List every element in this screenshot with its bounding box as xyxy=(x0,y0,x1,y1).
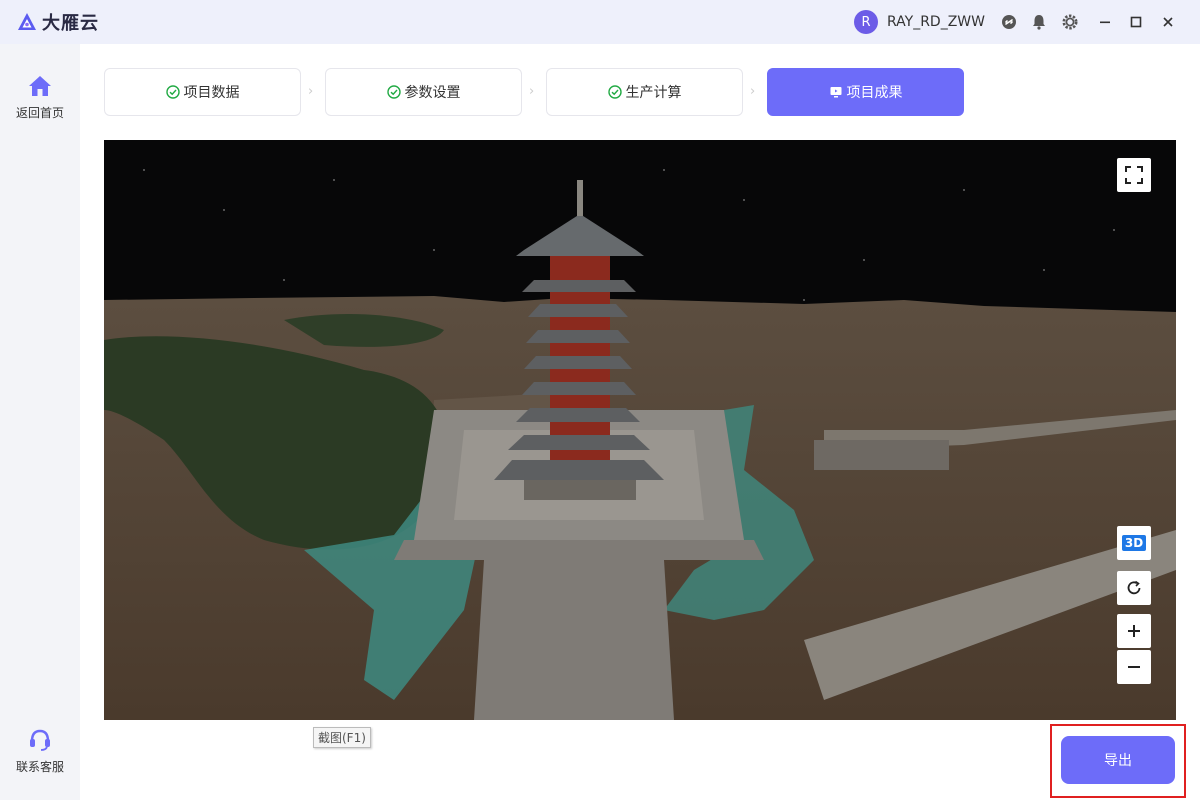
step-label: 生产计算 xyxy=(625,85,682,101)
monitor-icon xyxy=(830,87,841,98)
zoom-in-icon xyxy=(1128,625,1140,637)
zoom-in-button[interactable] xyxy=(1117,614,1151,648)
step-project-data[interactable]: 项目数据 xyxy=(104,68,301,116)
avatar: R xyxy=(854,10,878,34)
step-parameters[interactable]: 参数设置 xyxy=(325,68,522,116)
user-menu[interactable]: R RAY_RD_ZWW xyxy=(854,10,985,34)
sidebar-item-home[interactable]: 返回首页 xyxy=(0,74,80,121)
fullscreen-button[interactable] xyxy=(1117,158,1151,192)
screenshot-tooltip: 截图(F1) xyxy=(313,727,371,748)
check-circle-icon xyxy=(165,85,180,99)
home-icon xyxy=(29,76,51,96)
rotate-button[interactable] xyxy=(1117,571,1151,605)
3d-toggle-button[interactable]: 3D xyxy=(1117,526,1151,560)
sidebar-item-label: 联系客服 xyxy=(15,760,64,774)
zoom-out-button[interactable] xyxy=(1117,650,1151,684)
username: RAY_RD_ZWW xyxy=(887,14,985,30)
app-name: 大雁云 xyxy=(42,13,99,34)
bell-icon[interactable] xyxy=(1030,13,1048,31)
chevron-right-icon: › xyxy=(750,84,756,99)
title-bar: 大雁云 R RAY_RD_ZWW xyxy=(0,0,1200,44)
chevron-right-icon: › xyxy=(308,84,314,99)
rotate-icon xyxy=(1127,580,1141,595)
step-label: 参数设置 xyxy=(404,85,461,101)
zoom-out-icon xyxy=(1128,666,1140,668)
step-computation[interactable]: 生产计算 xyxy=(546,68,743,116)
gear-icon[interactable] xyxy=(1061,13,1079,31)
sidebar-item-support[interactable]: 联系客服 xyxy=(0,728,80,775)
headset-icon xyxy=(30,729,50,751)
fullscreen-icon xyxy=(1125,166,1143,184)
minimize-icon[interactable] xyxy=(1096,13,1114,31)
main-panel: 项目数据 › 参数设置 › 生产计算 › 项目成果 3D 截图(F1) 导出 xyxy=(80,44,1200,800)
action-bar xyxy=(80,720,1200,800)
chevron-right-icon: › xyxy=(529,84,535,99)
step-label: 项目成果 xyxy=(846,85,903,101)
logo-icon xyxy=(18,13,36,30)
3d-icon: 3D xyxy=(1121,535,1147,551)
step-label: 项目数据 xyxy=(183,85,240,101)
app-logo: 大雁云 xyxy=(16,9,99,35)
3d-model-viewer[interactable]: 3D xyxy=(104,140,1176,720)
link-icon[interactable] xyxy=(1000,13,1018,31)
step-results[interactable]: 项目成果 xyxy=(767,68,964,116)
check-circle-icon xyxy=(607,85,622,99)
export-button[interactable]: 导出 xyxy=(1061,736,1175,784)
maximize-icon[interactable] xyxy=(1127,13,1145,31)
close-icon[interactable] xyxy=(1159,13,1177,31)
sidebar-item-label: 返回首页 xyxy=(15,106,64,120)
check-circle-icon xyxy=(386,85,401,99)
sidebar: 返回首页 联系客服 xyxy=(0,44,80,800)
pagoda-model-render xyxy=(104,140,1176,720)
